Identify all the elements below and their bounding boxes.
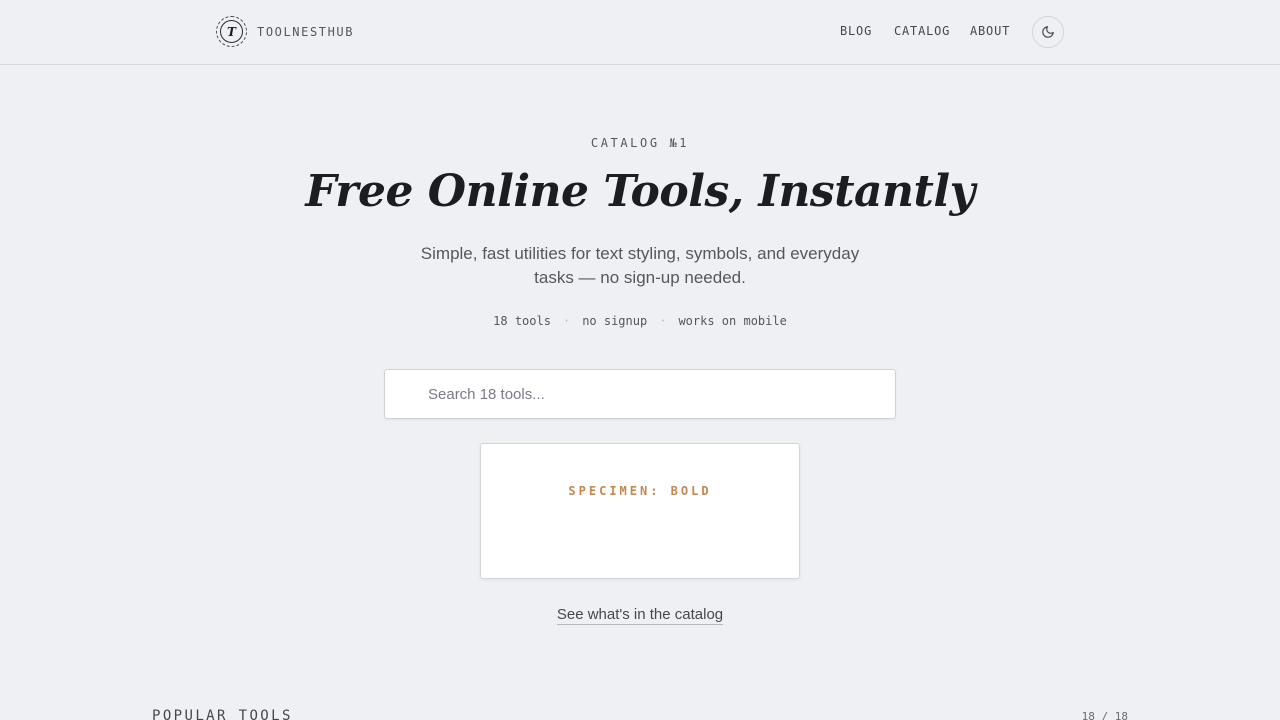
catalog-link[interactable]: See what's in the catalog (556, 606, 724, 625)
nav-blog[interactable]: BLOG (840, 24, 872, 38)
meta-no-signup: no signup (582, 314, 648, 328)
moon-icon (1042, 26, 1054, 38)
site-header: T TOOLNESTHUB BLOG CATALOG ABOUT (0, 0, 1280, 65)
meta-separator: · (659, 314, 667, 328)
catalog-eyebrow: CATALOG №1 (590, 136, 690, 150)
tools-count: 18 / 18 (1081, 710, 1128, 720)
page-title: Free Online Tools, Instantly (305, 166, 975, 217)
nav-catalog[interactable]: CATALOG (894, 24, 950, 38)
logo-letter: T (220, 20, 243, 43)
search-icon (405, 387, 418, 400)
meta-tools-count: 18 tools (493, 314, 551, 328)
specimen-label: SPECIMEN: BOLD (568, 484, 712, 498)
page-subtitle: Simple, fast utilities for text styling,… (420, 244, 860, 287)
brand-name: TOOLNESTHUB (257, 24, 355, 39)
meta-separator: · (562, 314, 571, 328)
search-input[interactable] (428, 384, 868, 404)
hero-meta: 18 tools · no signup · works on mobile (0, 314, 1280, 328)
catalog-link-wrap: See what's in the catalog (0, 606, 1280, 625)
specimen-card[interactable]: SPECIMEN: BOLD (480, 443, 800, 579)
nav-about[interactable]: ABOUT (970, 24, 1010, 38)
popular-tools-heading: POPULAR TOOLS (152, 708, 293, 720)
meta-mobile: works on mobile (678, 314, 787, 328)
logo-badge: T (216, 16, 247, 47)
theme-toggle-button[interactable] (1032, 16, 1064, 48)
logo[interactable]: T TOOLNESTHUB (216, 16, 354, 47)
